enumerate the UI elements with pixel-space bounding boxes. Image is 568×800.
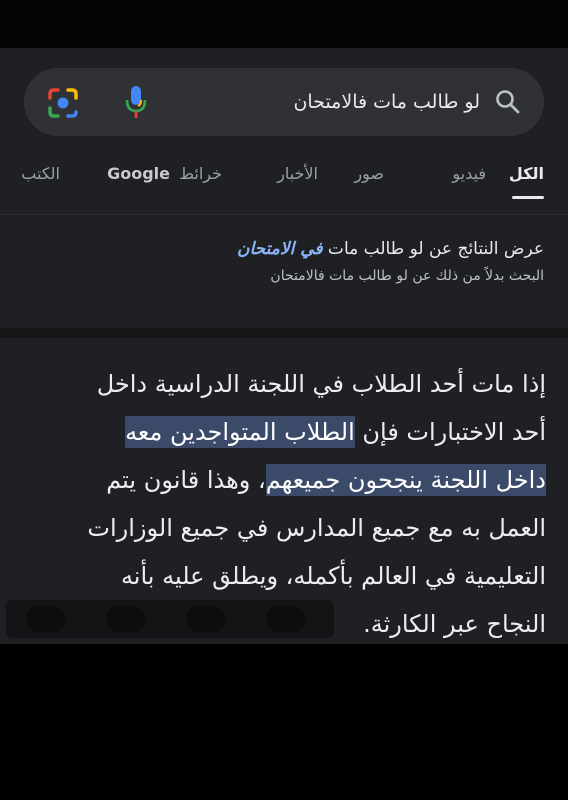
tab-maps[interactable]: خرائط: [179, 164, 222, 183]
snippet-text: العمل به مع جميع المدارس في جميع الوزارا…: [87, 514, 546, 542]
snippet-highlight: داخل اللجنة ينجحون جميعهم: [265, 464, 546, 496]
tab-all[interactable]: الكل: [509, 164, 544, 183]
snippet-text: ، وهذا قانون يتم: [106, 466, 266, 494]
snippet-line: التعليمية في العالم بأكمله، ويطلق عليه ب…: [18, 552, 546, 600]
tab-books[interactable]: الكتب: [21, 164, 60, 183]
search-input[interactable]: لو طالب مات فالامتحان: [293, 88, 480, 116]
snippet-line: داخل اللجنة ينجحون جميعهم، وهذا قانون يت…: [18, 456, 546, 504]
search-bar[interactable]: لو طالب مات فالامتحان: [24, 68, 544, 136]
search-results-screen: لو طالب مات فالامتحان الكل فيديو صور الأ…: [0, 48, 568, 644]
tab-images[interactable]: صور: [354, 164, 384, 183]
snippet-text: النجاح عبر الكارثة.: [363, 610, 546, 638]
snippet-line: أحد الاختبارات فإن الطلاب المتواجدين معه: [18, 408, 546, 456]
snippet-line: العمل به مع جميع المدارس في جميع الوزارا…: [18, 504, 546, 552]
search-tabs: الكل فيديو صور الأخبار خرائط Google الكت…: [0, 154, 568, 199]
section-divider: [0, 328, 568, 338]
snippet-text: التعليمية في العالم بأكمله، ويطلق عليه ب…: [120, 562, 546, 590]
microphone-icon[interactable]: [122, 84, 150, 120]
active-tab-indicator: [512, 196, 544, 199]
spelling-correction: عرض النتائج عن لو طالب مات في الامتحان ا…: [24, 234, 544, 288]
search-instead-link[interactable]: البحث بدلاً من ذلك عن لو طالب مات فالامت…: [24, 264, 544, 288]
top-black-band: [0, 0, 568, 48]
snippet-highlight: الطلاب المتواجدين معه: [125, 416, 355, 448]
tab-videos[interactable]: فيديو: [452, 164, 486, 183]
tabs-divider: [0, 214, 568, 215]
tab-google[interactable]: Google: [107, 164, 170, 183]
showing-results-line: عرض النتائج عن لو طالب مات في الامتحان: [24, 234, 544, 264]
search-icon[interactable]: [494, 88, 522, 116]
tab-news[interactable]: الأخبار: [277, 164, 318, 183]
google-lens-icon[interactable]: [46, 86, 80, 120]
snippet-line: إذا مات أحد الطلاب في اللجنة الدراسية دا…: [18, 360, 546, 408]
blurred-watermark: [6, 600, 334, 638]
snippet-text: أحد الاختبارات فإن: [354, 418, 546, 446]
showing-results-prefix: عرض النتائج عن لو طالب مات: [322, 239, 544, 259]
corrected-query-link[interactable]: في الامتحان: [237, 239, 323, 259]
snippet-text: إذا مات أحد الطلاب في اللجنة الدراسية دا…: [96, 370, 546, 398]
